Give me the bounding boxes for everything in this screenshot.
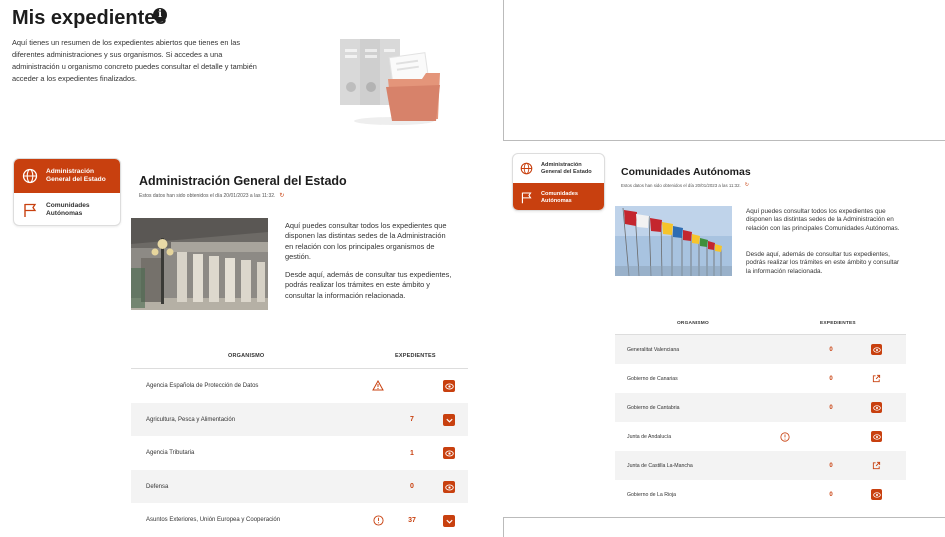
row-count: 0 bbox=[410, 483, 414, 490]
view-button[interactable] bbox=[443, 447, 455, 459]
expand-button[interactable] bbox=[443, 515, 455, 527]
column-header-organismo: ORGANISMO bbox=[677, 321, 709, 326]
row-organismo: Agencia Española de Protección de Datos bbox=[146, 383, 259, 389]
table-row[interactable]: Agricultura, Pesca y Alimentación 7 bbox=[131, 403, 468, 436]
section-title: Administración General del Estado bbox=[139, 174, 347, 188]
view-button[interactable] bbox=[871, 344, 882, 355]
section-description-2: Desde aquí, además de consultar tus expe… bbox=[285, 270, 452, 300]
chevron-down-icon bbox=[445, 418, 453, 423]
row-count: 1 bbox=[410, 449, 414, 457]
row-count: 0 bbox=[829, 491, 833, 498]
row-organismo: Gobierno de Cantabria bbox=[627, 404, 680, 411]
refresh-icon[interactable]: ↻ bbox=[279, 192, 284, 199]
row-organismo: Defensa bbox=[146, 483, 169, 490]
scope-tabs: Administración General del Estado Comuni… bbox=[512, 153, 605, 211]
content-frame bbox=[503, 0, 945, 141]
globe-icon bbox=[520, 162, 533, 175]
tab-label: Comunidades Autónomas bbox=[541, 190, 578, 204]
folders-illustration bbox=[340, 39, 440, 125]
flag-icon bbox=[24, 203, 37, 217]
row-count: 7 bbox=[410, 416, 414, 423]
flag-icon bbox=[521, 192, 532, 204]
table-row[interactable]: Generalitat Valenciana 0 bbox=[615, 335, 906, 364]
external-link-button[interactable] bbox=[871, 373, 882, 384]
scope-tabs: Administración General del Estado Comuni… bbox=[13, 158, 121, 226]
column-header-organismo: ORGANISMO bbox=[228, 353, 265, 359]
info-icon[interactable]: i bbox=[153, 8, 167, 22]
table-row[interactable]: Junta de Andalucía bbox=[615, 422, 906, 451]
timestamp-text: Estos datos han sido obtenidos el día 20… bbox=[621, 182, 741, 188]
tab-label: Comunidades Autónomas bbox=[46, 202, 90, 217]
alert-circle-icon bbox=[373, 515, 384, 526]
section-title: Comunidades Autónomas bbox=[621, 166, 751, 178]
table-row[interactable]: Gobierno de Canarias 0 bbox=[615, 364, 906, 393]
chevron-down-icon bbox=[445, 519, 453, 524]
row-organismo: Junta de Andalucía bbox=[627, 433, 672, 440]
eye-icon bbox=[444, 383, 454, 389]
alert-circle-icon bbox=[780, 432, 790, 442]
intro-text: Aquí tienes un resumen de los expediente… bbox=[12, 38, 257, 83]
flags-photo bbox=[615, 206, 732, 276]
section-description-2: Desde aquí, además de consultar tus expe… bbox=[746, 251, 900, 275]
warning-icon bbox=[372, 380, 384, 391]
page-title: Mis expedientes bbox=[12, 7, 167, 29]
row-organismo: Gobierno de Canarias bbox=[627, 375, 678, 382]
table-row[interactable]: Junta de Castilla La-Mancha 0 bbox=[615, 451, 906, 480]
data-timestamp: Estos datos han sido obtenidos el día 20… bbox=[621, 182, 749, 188]
table-row[interactable]: Defensa 0 bbox=[131, 470, 468, 503]
globe-icon bbox=[22, 168, 38, 184]
tab-label: Administración General del Estado bbox=[541, 161, 592, 175]
section-description: Aquí puedes consultar todos los expedien… bbox=[746, 208, 900, 232]
eye-icon bbox=[444, 484, 454, 490]
row-organismo: Generalitat Valenciana bbox=[627, 346, 680, 353]
row-count: 37 bbox=[408, 517, 416, 524]
column-header-expedientes: EXPEDIENTES bbox=[820, 321, 856, 326]
eye-icon bbox=[444, 450, 454, 456]
table-row[interactable]: Asuntos Exteriores, Unión Europea y Coop… bbox=[131, 503, 468, 528]
timestamp-text: Estos datos han sido obtenidos el día 20… bbox=[139, 192, 276, 199]
view-button[interactable] bbox=[871, 402, 882, 413]
row-organismo: Agricultura, Pesca y Alimentación bbox=[146, 416, 236, 423]
eye-icon bbox=[872, 346, 881, 353]
table-row[interactable]: Gobierno de La Rioja 0 bbox=[615, 480, 906, 509]
row-count: 0 bbox=[829, 462, 833, 469]
row-organismo: Agencia Tributaria bbox=[146, 450, 195, 456]
view-button[interactable] bbox=[443, 481, 455, 493]
table-row[interactable]: Agencia Española de Protección de Datos bbox=[131, 369, 468, 403]
row-organismo: Asuntos Exteriores, Unión Europea y Coop… bbox=[146, 517, 281, 523]
eye-icon bbox=[872, 433, 881, 440]
view-button[interactable] bbox=[871, 489, 882, 500]
row-count: 0 bbox=[829, 346, 833, 353]
external-link-button[interactable] bbox=[871, 460, 882, 471]
tab-comunidades-autonomas[interactable]: Comunidades Autónomas bbox=[14, 193, 120, 225]
tab-administracion-general[interactable]: Administración General del Estado bbox=[513, 154, 604, 183]
view-button[interactable] bbox=[443, 380, 455, 392]
tab-comunidades-autonomas[interactable]: Comunidades Autónomas bbox=[513, 183, 604, 210]
eye-icon bbox=[872, 491, 881, 498]
expand-button[interactable] bbox=[443, 414, 455, 426]
eye-icon bbox=[872, 404, 881, 411]
row-count: 0 bbox=[829, 404, 833, 411]
row-organismo: Junta de Castilla La-Mancha bbox=[627, 462, 693, 469]
data-timestamp: Estos datos han sido obtenidos el día 20… bbox=[139, 192, 284, 200]
content-frame-bottom bbox=[503, 517, 945, 537]
external-link-icon bbox=[872, 461, 881, 470]
building-photo bbox=[131, 218, 268, 310]
refresh-icon[interactable]: ↻ bbox=[745, 182, 749, 188]
tab-administracion-general[interactable]: Administración General del Estado bbox=[14, 159, 120, 193]
table-row[interactable]: Agencia Tributaria 1 bbox=[131, 436, 468, 470]
row-organismo: Gobierno de La Rioja bbox=[627, 491, 677, 498]
column-header-expedientes: EXPEDIENTES bbox=[395, 353, 436, 359]
row-count: 0 bbox=[829, 375, 833, 382]
section-description: Aquí puedes consultar todos los expedien… bbox=[285, 221, 447, 262]
table-row[interactable]: Gobierno de Cantabria 0 bbox=[615, 393, 906, 422]
external-link-icon bbox=[872, 374, 881, 383]
view-button[interactable] bbox=[871, 431, 882, 442]
tab-label: Administración General del Estado bbox=[46, 168, 106, 183]
